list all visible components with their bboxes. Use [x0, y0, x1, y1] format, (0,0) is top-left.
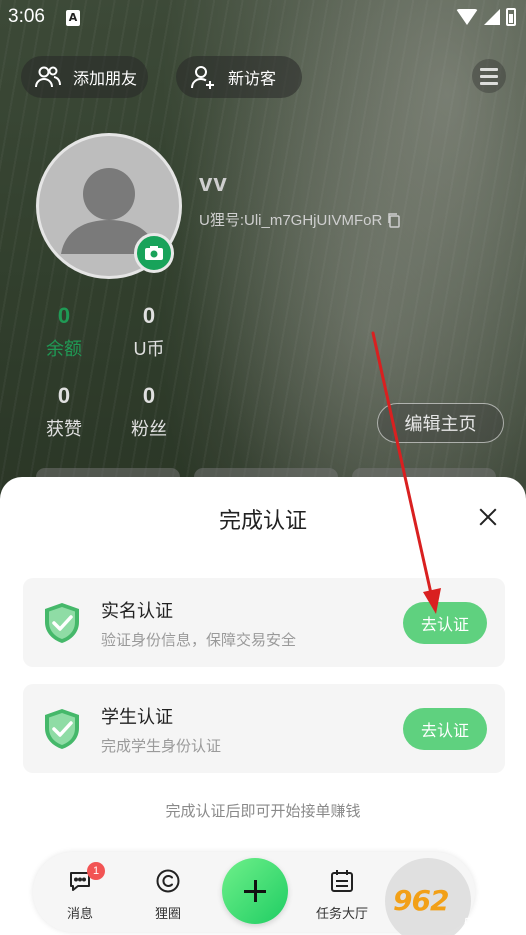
camera-icon[interactable] [134, 233, 174, 273]
nav-messages-label: 消息 [66, 906, 93, 921]
close-icon[interactable] [476, 505, 500, 529]
real-name-card: 实名认证 验证身份信息，保障交易安全 去认证 [23, 578, 505, 667]
new-visitor-label: 新访客 [228, 71, 277, 88]
verification-hint: 完成认证后即可开始接单赚钱 [165, 803, 361, 820]
nav-circle-label: 狸圈 [154, 906, 181, 921]
watermark-brand: 962 [393, 884, 449, 917]
add-friend-label: 添加朋友 [73, 71, 138, 88]
signal-icon [484, 9, 500, 25]
status-time: 3:06 [8, 6, 45, 27]
copy-icon[interactable] [386, 212, 402, 228]
people-icon [31, 60, 65, 94]
watermark-domain: .NET [480, 888, 526, 913]
shield-check-icon [45, 603, 79, 643]
stat-balance[interactable]: 0 余额 [24, 303, 104, 361]
sheet-title: 完成认证 [218, 508, 307, 533]
new-visitor-button[interactable]: 新访客 [176, 56, 302, 98]
stat-fans-label: 粉丝 [131, 419, 167, 439]
shield-check-icon [45, 709, 79, 749]
stat-ucoin-label: U币 [133, 339, 165, 359]
wifi-icon [456, 9, 478, 25]
stat-balance-label: 余额 [46, 339, 82, 359]
calendar-list-icon [331, 870, 353, 892]
nav-circle[interactable]: 狸圈 [133, 868, 203, 922]
user-name: vv [199, 170, 228, 197]
student-card: 学生认证 完成学生身份认证 去认证 [23, 684, 505, 773]
status-icons [456, 8, 516, 26]
stat-likes-label: 获赞 [46, 419, 82, 439]
watermark-sub: 乐游网 [463, 916, 505, 932]
add-friend-button[interactable]: 添加朋友 [21, 56, 148, 98]
card-title: 学生认证 [101, 707, 173, 727]
hamburger-menu-icon[interactable] [472, 59, 506, 93]
student-verify-button[interactable]: 去认证 [403, 708, 487, 750]
stat-ucoin-value: 0 [142, 303, 156, 328]
stat-likes[interactable]: 0 获赞 [24, 383, 104, 441]
card-title: 实名认证 [101, 601, 173, 621]
user-plus-icon [186, 60, 220, 94]
nav-messages[interactable]: 消息 1 [45, 862, 115, 922]
plus-icon[interactable] [222, 858, 288, 924]
card-description: 验证身份信息，保障交易安全 [101, 632, 297, 649]
stat-balance-value: 0 [57, 303, 71, 328]
card-description: 完成学生身份认证 [101, 738, 222, 755]
stat-likes-value: 0 [57, 383, 71, 408]
battery-icon [506, 8, 516, 26]
real-name-verify-button[interactable]: 去认证 [403, 602, 487, 644]
status-bar: 3:06 A [0, 0, 526, 36]
watermark-logo: 962 .NET 乐游网 [385, 858, 526, 935]
stat-fans-value: 0 [142, 383, 156, 408]
nav-task-hall-label: 任务大厅 [315, 906, 368, 921]
user-id: U狸号:Uli_m7GHjUIVMFoR [199, 209, 402, 230]
user-id-text: U狸号:Uli_m7GHjUIVMFoR [199, 212, 383, 229]
copyright-circle-icon [156, 869, 180, 893]
edit-profile-button[interactable]: 编辑主页 [377, 403, 504, 443]
nav-task-hall[interactable]: 任务大厅 [307, 868, 377, 922]
stat-ucoin[interactable]: 0 U币 [109, 303, 189, 361]
notification-icon: A [66, 10, 80, 26]
unread-badge: 1 [87, 862, 105, 880]
stat-fans[interactable]: 0 粉丝 [109, 383, 189, 441]
